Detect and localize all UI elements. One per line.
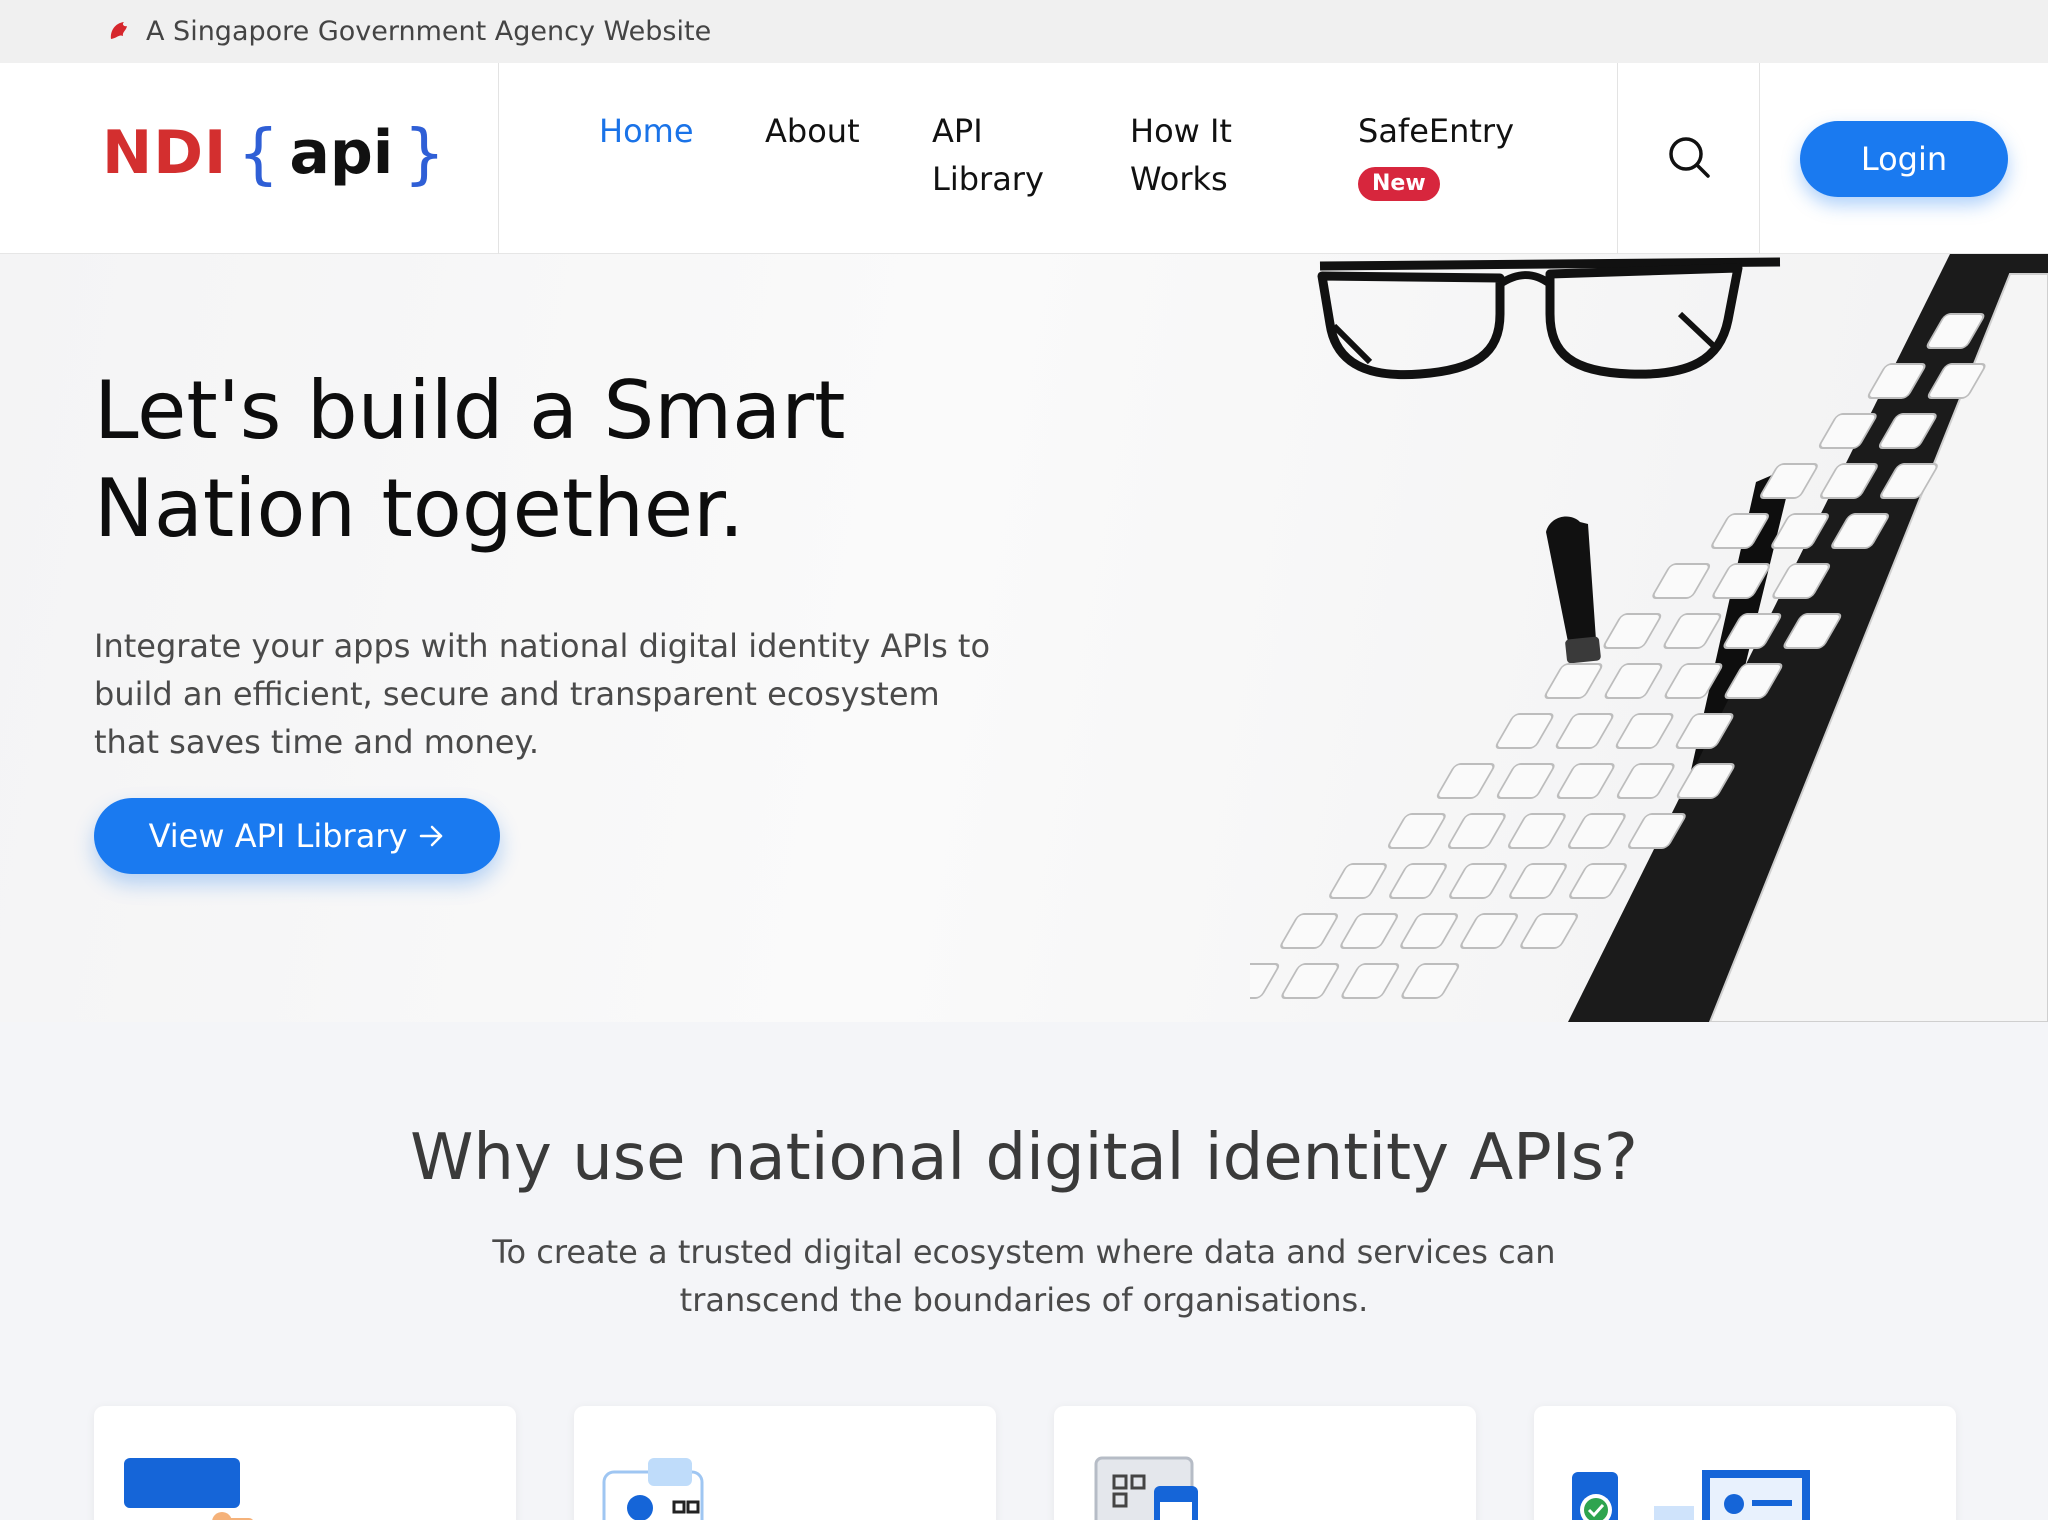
pen-cap-icon — [1546, 516, 1601, 664]
qr-scan-illustration-icon — [1094, 1456, 1198, 1520]
hero-desc-line1: Integrate your apps with national digita… — [94, 627, 991, 665]
government-masthead: A Singapore Government Agency Website — [0, 0, 2048, 63]
logo-ndi: NDI — [102, 118, 228, 188]
why-sub-line1: To create a trusted digital ecosystem wh… — [492, 1233, 1556, 1271]
id-badge-illustration-icon — [602, 1458, 704, 1520]
header-divider — [1759, 63, 1760, 254]
hero-title-line1: Let's build a Smart — [94, 364, 846, 457]
search-icon — [1667, 135, 1711, 183]
why-section-title: Why use national digital identity APIs? — [410, 1121, 1638, 1195]
tap-card-illustration-icon — [124, 1458, 253, 1520]
glasses-icon — [1317, 257, 1781, 380]
nav-how-label-line2: Works — [1130, 160, 1228, 198]
header-divider — [498, 63, 499, 254]
view-api-library-button[interactable]: View API Library — [94, 798, 500, 874]
why-sub-line2: transcend the boundaries of organisation… — [679, 1281, 1369, 1319]
nav-api-library[interactable]: API Library — [932, 107, 1044, 203]
benefit-card[interactable] — [574, 1406, 996, 1520]
nav-safeentry-label: SafeEntry — [1358, 112, 1515, 150]
hero-description: Integrate your apps with national digita… — [94, 622, 994, 766]
nav-how-it-works[interactable]: How It Works — [1130, 107, 1232, 203]
nav-home-label: Home — [599, 112, 694, 150]
nav-about-label: About — [765, 112, 860, 150]
search-button[interactable] — [1618, 63, 1759, 254]
login-button[interactable]: Login — [1800, 121, 2008, 197]
arrow-right-icon — [419, 817, 445, 855]
nav-safeentry[interactable]: SafeEntry New — [1358, 107, 1514, 203]
cta-label: View API Library — [148, 817, 408, 855]
hero-section: Let's build a Smart Nation together. Int… — [0, 254, 2048, 1022]
profile-verify-illustration-icon — [1572, 1470, 1810, 1520]
desk-illustration — [1250, 254, 2048, 1022]
nav-api-library-label-line1: API — [932, 112, 983, 150]
nav-how-label-line1: How It — [1130, 112, 1232, 150]
logo-close-brace: } — [403, 114, 446, 192]
benefit-card[interactable] — [1054, 1406, 1476, 1520]
logo-api: api — [289, 118, 394, 188]
hero-title: Let's build a Smart Nation together. — [94, 362, 914, 558]
nav-about[interactable]: About — [765, 107, 860, 155]
logo-open-brace: { — [237, 114, 280, 192]
why-section-subtitle: To create a trusted digital ecosystem wh… — [424, 1228, 1624, 1324]
benefit-card[interactable] — [1534, 1406, 1956, 1520]
hero-title-line2: Nation together. — [94, 462, 745, 555]
benefit-card[interactable] — [94, 1406, 516, 1520]
hero-desc-line2: build an efficient, secure and transpare… — [94, 675, 940, 713]
masthead-text: A Singapore Government Agency Website — [146, 16, 712, 47]
site-header: NDI { api } Home About API Library How I… — [0, 63, 2048, 254]
hero-desc-line3: that saves time and money. — [94, 723, 540, 761]
new-badge: New — [1358, 167, 1440, 201]
ndi-api-logo[interactable]: NDI { api } — [102, 103, 455, 203]
nav-home[interactable]: Home — [599, 107, 694, 155]
lion-head-icon — [106, 19, 132, 45]
nav-api-library-label-line2: Library — [932, 160, 1044, 198]
